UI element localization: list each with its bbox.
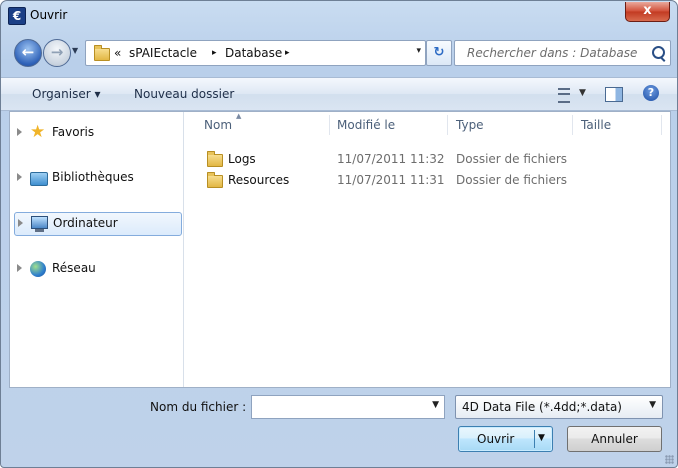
folder-icon [94,45,110,61]
cancel-label: Annuler [591,432,638,446]
browser-area: ★ Favoris Bibliothèques Ordinateur Résea… [9,111,671,388]
column-header-modified[interactable]: Modifié le [337,118,395,132]
file-name: Logs [228,152,256,166]
sidebar-item-label: Ordinateur [53,216,118,230]
network-icon [30,261,46,277]
column-divider[interactable] [661,115,662,135]
title-bar: € Ouvrir x [1,1,677,31]
command-bar: Organiser ▾ Nouveau dossier ▼ ? [1,77,677,111]
help-icon[interactable]: ? [643,85,659,101]
breadcrumb-chevron-icon[interactable]: ▸ [212,48,217,58]
filename-label: Nom du fichier : [150,400,247,414]
expand-arrow-icon[interactable] [17,264,22,272]
column-divider[interactable] [572,115,573,135]
column-header-size[interactable]: Taille [581,118,611,132]
libraries-icon [30,172,48,186]
file-type-selected: 4D Data File (*.4dd;*.data) [462,400,622,414]
back-button[interactable]: ← [14,39,42,67]
expand-arrow-icon[interactable] [18,219,23,227]
history-dropdown-icon[interactable]: ▼ [72,46,78,55]
filename-dropdown-icon[interactable]: ▼ [432,400,439,410]
expand-arrow-icon[interactable] [17,128,22,136]
navigation-pane: ★ Favoris Bibliothèques Ordinateur Résea… [10,112,184,387]
split-divider [534,430,535,448]
sidebar-item-label: Réseau [52,261,96,275]
sort-arrow-icon: ▲ [236,112,242,120]
view-options-icon[interactable] [558,88,570,103]
new-folder-button[interactable]: Nouveau dossier [134,87,234,101]
search-icon[interactable] [652,46,665,59]
file-modified: 11/07/2011 11:31 [337,173,445,187]
file-type: Dossier de fichiers [456,173,568,187]
file-type: Dossier de fichiers [456,152,568,166]
computer-icon [31,216,48,232]
filename-input[interactable]: ▼ [251,395,445,419]
open-file-dialog: € Ouvrir x ← → ▼ « sPAIEctacle ▸ Databas… [0,0,678,468]
organize-menu[interactable]: Organiser ▾ [32,87,100,101]
sidebar-item-label: Favoris [52,125,95,139]
sidebar-item-label: Bibliothèques [52,170,134,184]
file-row-logs[interactable]: Logs 11/07/2011 11:32 Dossier de fichier… [184,149,670,169]
column-divider[interactable] [447,115,448,135]
view-dropdown-icon[interactable]: ▼ [579,88,586,98]
chevron-down-icon[interactable]: ▼ [649,400,656,410]
window-title: Ouvrir [30,8,68,22]
open-options-dropdown-icon[interactable]: ▼ [538,433,545,443]
search-placeholder: Rechercher dans : Database [467,46,638,60]
address-dropdown-icon[interactable]: ▾ [416,46,421,56]
forward-button[interactable]: → [43,39,71,67]
app-icon: € [8,7,26,25]
folder-icon [207,172,223,188]
file-type-select[interactable]: 4D Data File (*.4dd;*.data) ▼ [455,395,663,419]
sidebar-item-reseau[interactable]: Réseau [14,258,181,280]
folder-icon [207,151,223,167]
sidebar-item-ordinateur[interactable]: Ordinateur [14,212,182,236]
sidebar-item-favoris[interactable]: ★ Favoris [14,122,181,144]
column-divider[interactable] [329,115,330,135]
column-header-type[interactable]: Type [456,118,484,132]
breadcrumb-overflow[interactable]: « [114,46,121,60]
sidebar-item-bibliotheques[interactable]: Bibliothèques [14,167,181,189]
open-button[interactable]: Ouvrir ▼ [458,426,553,452]
refresh-button[interactable]: ↻ [426,40,452,66]
address-bar[interactable]: « sPAIEctacle ▸ Database ▸ ▾ [85,40,426,66]
file-modified: 11/07/2011 11:32 [337,152,445,166]
open-label: Ouvrir [477,432,515,446]
refresh-icon: ↻ [433,45,445,60]
breadcrumb-chevron-icon[interactable]: ▸ [285,48,290,58]
star-icon: ★ [30,122,46,142]
close-button[interactable]: x [625,2,670,22]
breadcrumb-database[interactable]: Database [225,46,282,60]
cancel-button[interactable]: Annuler [567,426,662,452]
file-name: Resources [228,173,290,187]
breadcrumb-spaiectacle[interactable]: sPAIEctacle [129,46,197,60]
file-list: Nom ▲ Modifié le Type Taille Logs 11/07/… [184,112,670,387]
file-row-resources[interactable]: Resources 11/07/2011 11:31 Dossier de fi… [184,170,670,190]
expand-arrow-icon[interactable] [17,173,22,181]
resize-grip-icon[interactable] [665,455,674,464]
search-input[interactable]: Rechercher dans : Database [454,40,671,66]
preview-pane-icon[interactable] [605,87,623,102]
column-header-name[interactable]: Nom [204,118,232,132]
